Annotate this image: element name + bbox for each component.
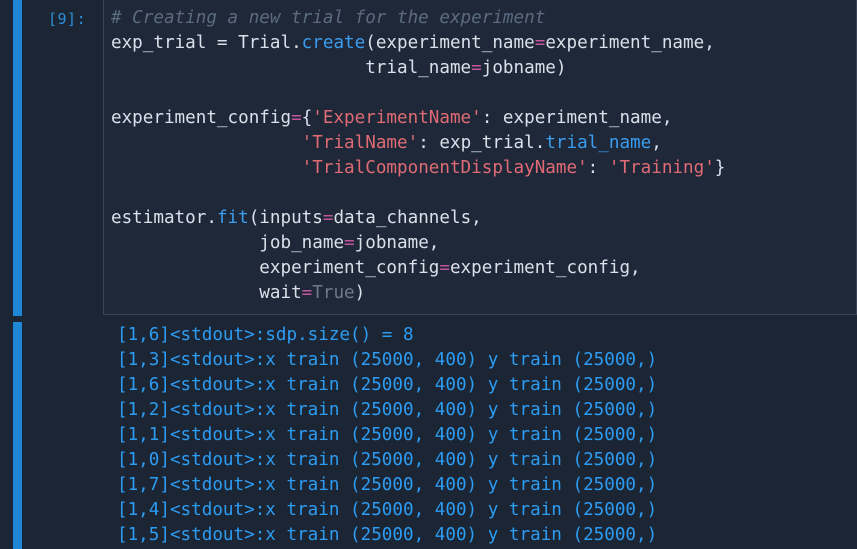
code-token: (inputs xyxy=(248,208,323,228)
code-string: 'ExperimentName' xyxy=(312,108,482,128)
code-string: 'TrialName' xyxy=(301,133,419,153)
code-token: experiment_config xyxy=(259,258,440,278)
code-token: trial_name xyxy=(365,58,472,78)
code-keyword: True xyxy=(312,283,355,303)
stdout-line: [1,1]<stdout>:x train (25000, 400) y tra… xyxy=(117,425,658,445)
stdout-line: [1,5]<stdout>:x train (25000, 400) y tra… xyxy=(117,525,658,545)
code-token: (experiment_name xyxy=(365,33,535,53)
stdout-line: [1,6]<stdout>:x train (25000, 400) y tra… xyxy=(117,375,658,395)
code-operator: = xyxy=(301,283,313,303)
notebook: [9]: # Creating a new trial for the expe… xyxy=(0,0,857,549)
code-token: wait xyxy=(259,283,302,303)
cell-prompt: [9]: xyxy=(48,10,87,28)
code-token: experiment_config xyxy=(111,108,292,128)
code-text[interactable]: # Creating a new trial for the experimen… xyxy=(111,6,725,306)
code-operator: = xyxy=(322,208,334,228)
stdout-line: [1,6]<stdout>:sdp.size() = 8 xyxy=(117,325,414,345)
stdout-line: [1,3]<stdout>:x train (25000, 400) y tra… xyxy=(117,350,658,370)
code-operator: = xyxy=(291,108,302,128)
code-token: { xyxy=(301,108,313,128)
code-token: } xyxy=(714,158,726,178)
code-token: jobname, xyxy=(354,233,440,253)
code-token: : experiment_name, xyxy=(481,108,673,128)
code-string: 'Training' xyxy=(608,158,715,178)
code-token: , xyxy=(651,133,662,153)
code-token: data_channels, xyxy=(333,208,482,228)
code-editor[interactable]: # Creating a new trial for the experimen… xyxy=(103,0,857,315)
code-token: job_name xyxy=(259,233,345,253)
stdout-line: [1,4]<stdout>:x train (25000, 400) y tra… xyxy=(117,500,658,520)
stdout-line: [1,2]<stdout>:x train (25000, 400) y tra… xyxy=(117,400,658,420)
stdout-line: [1,7]<stdout>:x train (25000, 400) y tra… xyxy=(117,475,658,495)
code-attribute: trial_name xyxy=(545,133,652,153)
code-comment: # Creating a new trial for the experimen… xyxy=(111,8,546,28)
cell-output[interactable]: [1,6]<stdout>:sdp.size() = 8 [1,3]<stdout… xyxy=(117,323,657,548)
code-token: exp_trial = Trial. xyxy=(111,33,302,53)
code-string: 'TrialComponentDisplayName' xyxy=(301,158,588,178)
code-operator: = xyxy=(471,58,482,78)
code-token: : xyxy=(587,158,609,178)
code-token: : exp_trial. xyxy=(418,133,546,153)
output-collapse-bar[interactable] xyxy=(13,322,22,549)
code-attribute: create xyxy=(301,33,366,53)
code-operator: = xyxy=(534,33,546,53)
code-operator: = xyxy=(439,258,450,278)
code-token: experiment_config, xyxy=(449,258,641,278)
code-token: experiment_name, xyxy=(545,33,715,53)
stdout-line: [1,0]<stdout>:x train (25000, 400) y tra… xyxy=(117,450,658,470)
code-token: jobname) xyxy=(481,58,567,78)
code-token: estimator. xyxy=(111,208,217,228)
code-attribute: fit xyxy=(216,208,249,228)
cell-selection-bar[interactable] xyxy=(13,0,22,316)
code-token: ) xyxy=(354,283,366,303)
code-operator: = xyxy=(344,233,355,253)
